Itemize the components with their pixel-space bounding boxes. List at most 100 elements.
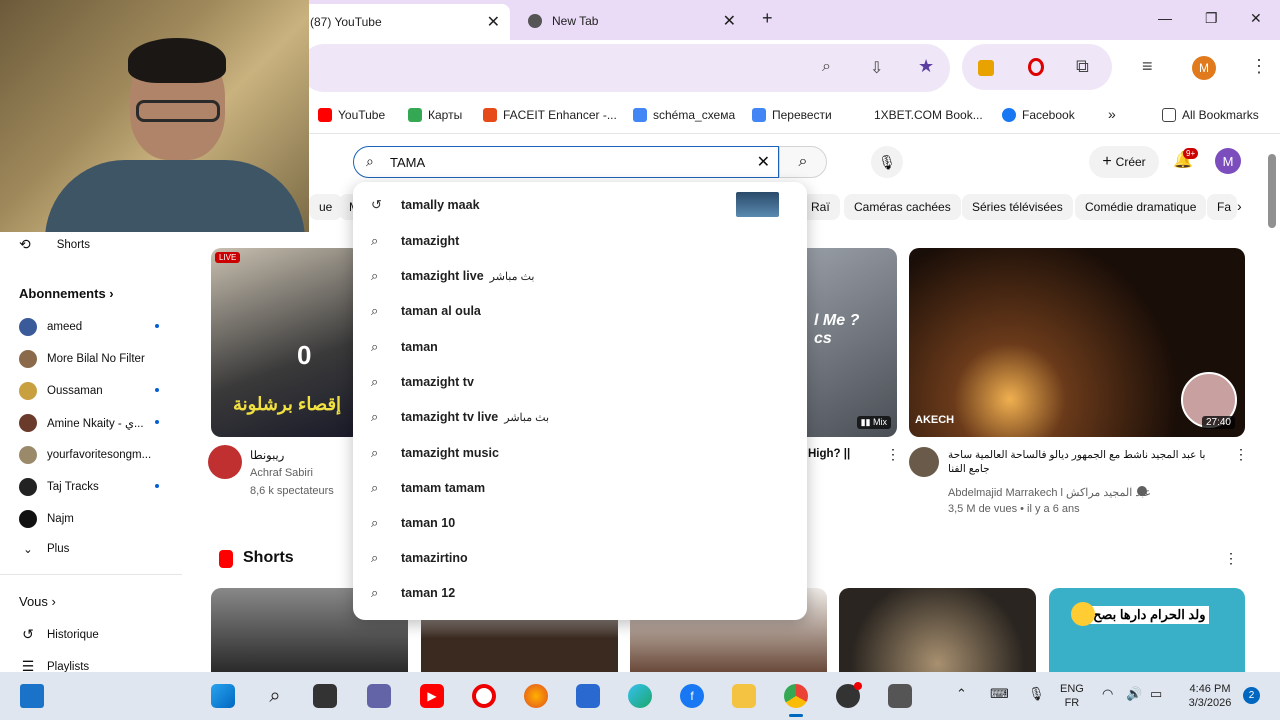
bookmark-translate[interactable]: Перевести (752, 108, 832, 122)
sidebar-sub-item[interactable]: Najm (19, 510, 74, 528)
teams-icon[interactable] (367, 684, 391, 708)
suggestion-item[interactable]: ⌕ taman (371, 339, 438, 355)
install-app-icon[interactable]: ⇩ (870, 58, 883, 78)
battery-icon[interactable]: ▭ (1150, 686, 1162, 702)
media-controls-icon[interactable]: ≡ (1142, 56, 1153, 77)
page-scrollbar[interactable] (1268, 154, 1276, 228)
microphone-icon[interactable]: 🎙 (1028, 686, 1045, 702)
suggestion-item[interactable]: ⌕ tamazight music (371, 445, 499, 461)
bookmark-all-bookmarks[interactable]: All Bookmarks (1162, 108, 1259, 122)
search-input[interactable]: ⌕ TAMA ✕ (353, 146, 779, 178)
keyboard-icon[interactable]: ⌨ (990, 686, 1009, 702)
store-icon[interactable] (576, 684, 600, 708)
bookmark-youtube[interactable]: YouTube (318, 108, 385, 122)
address-bar[interactable] (300, 44, 950, 92)
sidebar-more[interactable]: ⌄ Plus (19, 542, 69, 556)
channel-avatar[interactable] (208, 445, 242, 479)
wifi-icon[interactable]: ◠ (1102, 686, 1113, 702)
opera-icon[interactable] (472, 684, 496, 708)
minimize-icon[interactable]: — (1158, 10, 1172, 26)
video-title[interactable]: ريبونطا (250, 448, 284, 462)
voice-search-button[interactable]: 🎙 (871, 146, 903, 178)
volume-icon[interactable]: 🔊 (1126, 686, 1142, 702)
restore-icon[interactable]: ❐ (1205, 10, 1218, 27)
bookmark-star-icon[interactable]: ★ (918, 56, 934, 77)
widgets-icon[interactable] (20, 684, 44, 708)
faceit-extension-icon[interactable] (978, 60, 994, 76)
sidebar-sub-item[interactable]: Oussaman (19, 382, 103, 400)
sidebar-item-shorts[interactable]: ⟲ Shorts (19, 236, 90, 253)
sidebar-sub-item[interactable]: Taj Tracks (19, 478, 99, 496)
suggestion-item[interactable]: ⌕ taman 12 (371, 585, 455, 601)
chip[interactable]: ue (309, 194, 343, 220)
video-title[interactable]: با عبد المجيد ناشط مع الجمهور ديالو فالس… (948, 448, 1218, 476)
sidebar-sub-item[interactable]: yourfavoritesongm... (19, 446, 151, 464)
video-thumbnail[interactable]: AKECH 27:40 (909, 248, 1245, 437)
suggestion-item[interactable]: ⌕ tamam tamam (371, 480, 485, 496)
firefox-icon[interactable] (524, 684, 548, 708)
chevron-right-icon[interactable]: › (1237, 198, 1242, 214)
channel-name[interactable]: Achraf Sabiri (250, 467, 313, 479)
more-bookmarks-icon[interactable]: » (1108, 106, 1116, 122)
suggestion-item[interactable]: ⌕ tamazirtino (371, 550, 468, 566)
task-view-icon[interactable] (313, 684, 337, 708)
suggestion-item[interactable]: ⌕ taman al oula (371, 303, 481, 319)
chip[interactable]: Comédie dramatique (1075, 194, 1207, 220)
bookmark-maps[interactable]: Карты (408, 108, 462, 122)
bookmark-schema[interactable]: schéma_схема (633, 108, 735, 122)
search-icon[interactable]: ⌕ (263, 684, 287, 708)
youtube-app-icon[interactable]: ▶ (420, 684, 444, 708)
suggestion-item[interactable]: ⌕ tamazight tv live بث مباشر (371, 409, 549, 425)
close-tab-icon[interactable]: ✕ (723, 11, 736, 31)
facebook-app-icon[interactable]: f (680, 684, 704, 708)
bookmark-faceit[interactable]: FACEIT Enhancer -... (483, 108, 617, 122)
calculator-icon[interactable] (888, 684, 912, 708)
chrome-app-icon[interactable] (784, 684, 808, 708)
more-options-icon[interactable]: ⋮ (1234, 446, 1248, 463)
clock[interactable]: 4:46 PM 3/3/2026 (1182, 682, 1238, 710)
language-indicator[interactable]: ENG FR (1060, 682, 1084, 710)
suggestion-item[interactable]: ⌕ tamazight (371, 233, 459, 249)
bookmark-1xbet[interactable]: 1XBET.COM Book... (874, 108, 983, 122)
more-options-icon[interactable]: ⋮ (886, 446, 900, 463)
bookmark-facebook[interactable]: Facebook (1002, 108, 1075, 122)
you-header[interactable]: Vous › (19, 594, 56, 609)
chip[interactable]: Caméras cachées (844, 194, 961, 220)
video-title[interactable]: High? || (808, 448, 850, 460)
suggestion-item[interactable]: ⌕ taman 10 (371, 515, 455, 531)
close-window-icon[interactable]: ✕ (1250, 10, 1262, 27)
short-thumbnail[interactable] (839, 588, 1036, 672)
subscriptions-header[interactable]: Abonnements › (19, 286, 114, 301)
chevron-up-icon[interactable]: ⌃ (956, 686, 967, 702)
suggestion-item[interactable]: ↺ tamally maak (371, 197, 480, 213)
new-tab-plus-icon[interactable]: + (762, 8, 773, 29)
close-tab-icon[interactable]: ✕ (487, 12, 500, 32)
video-thumbnail[interactable]: LIVE 0 إقصاء برشلونة (211, 248, 361, 437)
file-explorer-icon[interactable] (732, 684, 756, 708)
tab-new-tab[interactable]: New Tab ✕ (518, 6, 746, 36)
notification-count-badge[interactable]: 2 (1243, 687, 1260, 704)
clear-search-icon[interactable]: ✕ (757, 152, 770, 172)
search-button[interactable]: ⌕ (779, 146, 827, 178)
tab-youtube[interactable]: (87) YouTube ✕ (300, 4, 510, 40)
sidebar-sub-item[interactable]: ameed (19, 318, 82, 336)
chip[interactable]: Fa (1207, 194, 1237, 220)
opera-extension-icon[interactable] (1028, 58, 1044, 76)
sidebar-sub-item[interactable]: Amine Nkaity - ي... (19, 414, 144, 432)
suggestion-item[interactable]: ⌕ tamazight tv (371, 374, 474, 390)
chip[interactable]: Séries télévisées (962, 194, 1073, 220)
sidebar-sub-item[interactable]: More Bilal No Filter (19, 350, 145, 368)
zoom-icon[interactable]: ⌕ (822, 58, 831, 76)
account-avatar[interactable]: M (1215, 148, 1241, 174)
short-thumbnail[interactable]: ولد الحرام دارها بصح (1049, 588, 1245, 672)
suggestion-item[interactable]: ⌕ tamazight live بث مباشر (371, 268, 534, 284)
more-options-icon[interactable]: ⋮ (1224, 550, 1238, 567)
start-windows-icon[interactable] (211, 684, 235, 708)
browser-menu-icon[interactable]: ⋮ (1250, 56, 1268, 77)
channel-name[interactable]: Abdelmajid Marrakech l عبد المجيد مراكش (948, 486, 1151, 499)
channel-avatar[interactable] (909, 447, 939, 477)
edge-icon[interactable] (628, 684, 652, 708)
extensions-puzzle-icon[interactable]: ⧉ (1076, 56, 1089, 77)
sidebar-item-history[interactable]: ↺ Historique (19, 626, 99, 643)
create-button[interactable]: + Créer (1089, 146, 1159, 178)
